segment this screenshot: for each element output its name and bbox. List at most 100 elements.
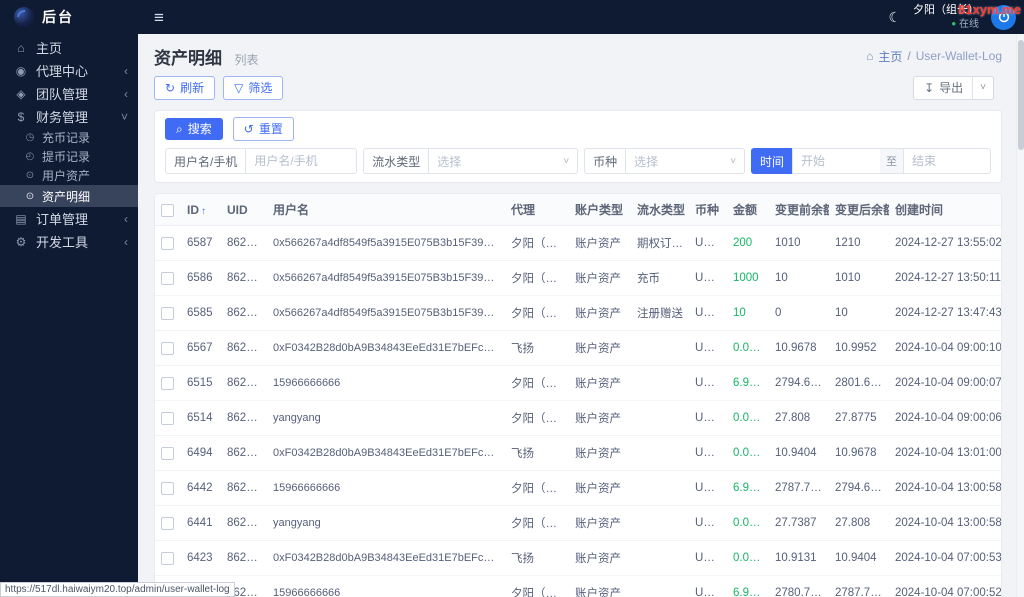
cell-coin: USDT bbox=[689, 400, 727, 436]
column-header-amount: 金额 bbox=[727, 194, 769, 226]
export-icon: ↧ bbox=[924, 81, 935, 95]
sidebar-item-代理中心[interactable]: ◉ 代理中心 ‹ bbox=[0, 59, 138, 82]
statusbar-url: https://517dl.haiwaiym20.top/admin/user-… bbox=[0, 582, 235, 597]
cell-account_type: 账户资产 bbox=[569, 295, 631, 331]
cell-uid: 862748 bbox=[221, 470, 267, 506]
row-checkbox[interactable] bbox=[161, 481, 174, 495]
sidebar-subitem-提币记录[interactable]: ◴ 提币记录 bbox=[0, 147, 138, 166]
column-header-created_at: 创建时间 bbox=[889, 194, 1001, 226]
cell-agent: 飞扬 bbox=[505, 540, 569, 576]
page-subtitle: 列表 bbox=[234, 52, 259, 67]
row-checkbox[interactable] bbox=[161, 551, 174, 565]
chevron-down-icon: ˅ bbox=[120, 109, 128, 124]
cell-agent: 飞扬 bbox=[505, 330, 569, 366]
time-filter: 时间 至 bbox=[750, 148, 991, 174]
online-status: ● 在线 bbox=[913, 18, 979, 32]
coin-filter-label: 币种 bbox=[584, 148, 626, 174]
export-button[interactable]: ↧ 导出 ˅ bbox=[913, 76, 994, 100]
toolbar: ↻ 刷新 ▽ 筛选 ↧ 导出 ˅ bbox=[154, 76, 1002, 100]
cell-before_balance: 2780.7734 bbox=[769, 575, 829, 597]
cell-agent: 夕阳（组长） bbox=[505, 365, 569, 401]
row-checkbox[interactable] bbox=[161, 341, 174, 355]
username-filter-input[interactable] bbox=[245, 148, 358, 174]
row-check-cell bbox=[155, 260, 181, 296]
chevron-down-icon: ˅ bbox=[730, 155, 737, 167]
cell-after_balance: 27.8775 bbox=[829, 400, 889, 436]
sidebar-subitem-充币记录[interactable]: ◷ 充币记录 bbox=[0, 128, 138, 147]
cell-username: 0x566267a4df8549f5a3915E075B3b15F394d1E3… bbox=[267, 295, 505, 331]
cell-before_balance: 10 bbox=[769, 260, 829, 296]
cell-account_type: 账户资产 bbox=[569, 365, 631, 401]
column-header-id[interactable]: ID ↑ bbox=[181, 194, 221, 226]
cell-created_at: 2024-10-04 13:00:58 bbox=[889, 505, 1001, 541]
cell-account_type: 账户资产 bbox=[569, 505, 631, 541]
row-checkbox[interactable] bbox=[161, 411, 174, 425]
breadcrumb: ⌂ 主页 / User-Wallet-Log bbox=[866, 48, 1002, 65]
scrollbar-thumb[interactable] bbox=[1018, 40, 1024, 150]
flow-type-select[interactable]: 选择 ˅ bbox=[428, 148, 579, 174]
agent-center-icon: ◉ bbox=[15, 63, 27, 78]
breadcrumb-home-link[interactable]: 主页 bbox=[878, 48, 902, 65]
table-row: 6585 862823 0x566267a4df8549f5a3915E075B3b… bbox=[155, 295, 1001, 331]
refresh-button[interactable]: ↻ 刷新 bbox=[154, 76, 216, 100]
chevron-down-icon: ˅ bbox=[563, 155, 570, 167]
sidebar-item-团队管理[interactable]: ◈ 团队管理 ‹ bbox=[0, 82, 138, 105]
cell-username: 15966666666 bbox=[267, 575, 505, 597]
cell-uid: 862823 bbox=[221, 295, 267, 331]
row-checkbox[interactable] bbox=[161, 446, 174, 460]
sidebar-item-主页[interactable]: ⌂ 主页 bbox=[0, 36, 138, 59]
sidebar-item-开发工具[interactable]: ⚙ 开发工具 ‹ bbox=[0, 230, 138, 253]
row-checkbox[interactable] bbox=[161, 376, 174, 390]
user-asset-icon: ⊙ bbox=[25, 170, 35, 181]
cell-created_at: 2024-10-04 13:01:00 bbox=[889, 435, 1001, 471]
time-end-input[interactable] bbox=[902, 148, 991, 174]
row-checkbox[interactable] bbox=[161, 306, 174, 320]
sort-asc-icon[interactable]: ↑ bbox=[201, 206, 206, 217]
cell-coin: USDT bbox=[689, 295, 727, 331]
filter-button[interactable]: ▽ 筛选 bbox=[223, 76, 284, 100]
column-header-username: 用户名 bbox=[267, 194, 505, 226]
breadcrumb-separator: / bbox=[907, 49, 911, 63]
row-checkbox[interactable] bbox=[161, 271, 174, 285]
data-table: ID↑UID用户名代理账户类型流水类型币种金额变更前余额变更后余额创建时间 65… bbox=[154, 193, 1002, 597]
cell-before_balance: 10.9404 bbox=[769, 435, 829, 471]
table-row: 651586274815966666666夕阳（组长）账户资产 USDT6.986… bbox=[155, 365, 1001, 401]
sidebar-item-财务管理[interactable]: $ 财务管理 ˅ bbox=[0, 105, 138, 128]
cell-id: 6515 bbox=[181, 365, 221, 401]
scrollbar[interactable] bbox=[1016, 34, 1024, 597]
cell-id: 6587 bbox=[181, 225, 221, 261]
cell-id: 6514 bbox=[181, 400, 221, 436]
sidebar-subitem-用户资产[interactable]: ⊙ 用户资产 bbox=[0, 166, 138, 185]
cell-amount: 10 bbox=[727, 295, 769, 331]
cell-username: 0xF0342B28d0bA9B34843EeEd31E7bEFc297bb1d… bbox=[267, 330, 505, 366]
cell-agent: 夕阳（组长） bbox=[505, 470, 569, 506]
cell-username: 15966666666 bbox=[267, 470, 505, 506]
coin-select[interactable]: 选择 ˅ bbox=[625, 148, 746, 174]
cell-id: 6441 bbox=[181, 505, 221, 541]
sidebar-item-订单管理[interactable]: ▤ 订单管理 ‹ bbox=[0, 207, 138, 230]
time-start-input[interactable] bbox=[791, 148, 880, 174]
cell-amount: 6.9693 bbox=[727, 470, 769, 506]
cell-coin: USDT bbox=[689, 260, 727, 296]
column-header-agent: 代理 bbox=[505, 194, 569, 226]
chevron-down-icon[interactable]: ˅ bbox=[972, 77, 993, 99]
menu-toggle-icon[interactable]: ≡ bbox=[154, 9, 164, 26]
select-all-checkbox[interactable] bbox=[161, 203, 174, 217]
cell-before_balance: 10.9678 bbox=[769, 330, 829, 366]
cell-id: 6585 bbox=[181, 295, 221, 331]
cell-created_at: 2024-12-27 13:47:43 bbox=[889, 295, 1001, 331]
row-check-cell bbox=[155, 365, 181, 401]
cell-coin: USDT bbox=[689, 365, 727, 401]
row-checkbox[interactable] bbox=[161, 516, 174, 530]
sidebar-subitem-资产明细[interactable]: ⊙ 资产明细 bbox=[0, 185, 138, 207]
cell-before_balance: 27.7387 bbox=[769, 505, 829, 541]
dark-mode-icon[interactable]: ☾ bbox=[888, 9, 901, 26]
cell-uid: 862812 bbox=[221, 435, 267, 471]
cell-coin: USDT bbox=[689, 470, 727, 506]
cell-uid: 862823 bbox=[221, 260, 267, 296]
cell-amount: 0.0274 bbox=[727, 330, 769, 366]
row-checkbox[interactable] bbox=[161, 236, 174, 250]
reset-button[interactable]: ↺ 重置 bbox=[232, 117, 294, 141]
search-button[interactable]: ⌕ 搜索 bbox=[165, 118, 223, 140]
topbar: 后台 ≡ ☾ 夕阳（组长） ● 在线 bbox=[0, 0, 1024, 34]
